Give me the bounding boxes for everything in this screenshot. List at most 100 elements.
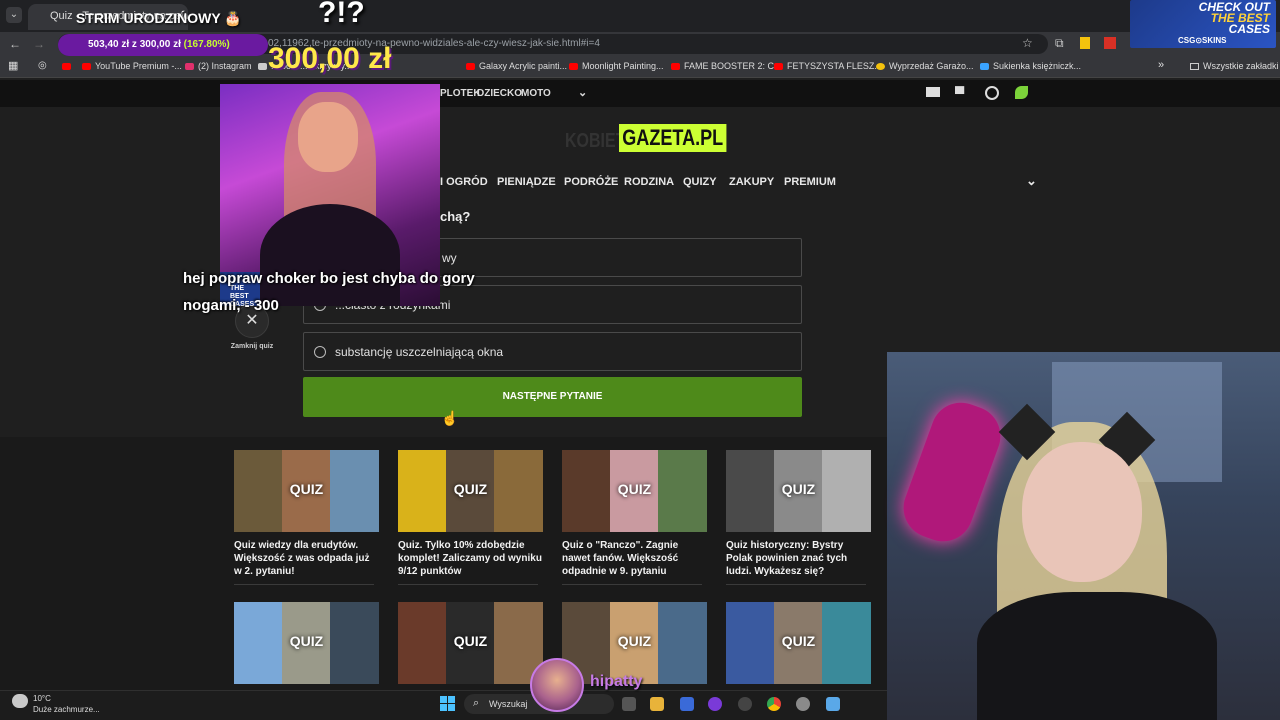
obs-icon[interactable] <box>738 697 752 711</box>
store-icon[interactable] <box>680 697 694 711</box>
quiz-card[interactable]: QUIZ Quiz wiedzy dla erudytów. Większość … <box>234 450 379 585</box>
quiz-card[interactable]: QUIZ Quiz historyczny: Bystry Polak powin… <box>726 450 871 585</box>
quiz-card-title[interactable]: Quiz historyczny: Bystry Polak powinien … <box>726 539 871 578</box>
bookmark-icon <box>774 63 783 70</box>
quiz-thumbnail[interactable]: QUIZ <box>398 450 543 532</box>
app-icon[interactable] <box>708 697 722 711</box>
question-marks: ?!? <box>318 0 365 29</box>
quiz-card[interactable]: QUIZ <box>562 602 707 684</box>
apps-grid-icon[interactable]: ▦ <box>8 59 18 72</box>
mail-icon[interactable] <box>926 87 940 97</box>
settings-icon[interactable] <box>796 697 810 711</box>
folder-icon <box>1190 63 1199 70</box>
nav-dziecko[interactable]: DZIECKO <box>477 88 522 99</box>
cat-podroze[interactable]: PODRÓŻE <box>564 176 618 188</box>
donation-amount: 300,00 zł <box>268 42 392 75</box>
quiz-badge: QUIZ <box>781 633 816 649</box>
chevron-down-icon[interactable]: ⌄ <box>1026 173 1037 189</box>
bookmark-label: Moonlight Painting... <box>582 61 664 71</box>
cat-quizy[interactable]: QUIZY <box>683 176 717 188</box>
bookmark-item[interactable]: YouTube Premium -... <box>82 61 182 71</box>
quiz-card[interactable]: QUIZ <box>726 602 871 684</box>
quiz-thumbnail[interactable]: QUIZ <box>726 602 871 684</box>
logo-gazeta: GAZETA.PL <box>619 124 727 152</box>
quiz-thumbnail[interactable]: QUIZ <box>726 450 871 532</box>
quiz-thumbnail[interactable]: QUIZ <box>398 602 543 684</box>
all-bookmarks-label: Wszystkie zakładki <box>1203 61 1279 71</box>
goal-percent: (167.80%) <box>183 39 230 50</box>
quiz-badge: QUIZ <box>617 481 652 497</box>
cat-ogrod[interactable]: I OGRÓD <box>440 176 488 188</box>
bookmark-item[interactable]: (2) Instagram <box>185 61 252 71</box>
quiz-card[interactable]: QUIZ <box>234 602 379 684</box>
nav-plotek[interactable]: PLOTEK <box>440 88 481 99</box>
search-icon: ⌕ <box>473 697 480 709</box>
extension-l-icon[interactable] <box>1080 37 1090 49</box>
all-bookmarks[interactable]: Wszystkie zakładki <box>1190 61 1279 71</box>
nav-moto[interactable]: MOTO <box>521 88 551 99</box>
bookmark-icon <box>82 63 91 70</box>
stream-title: STRIM URODZIŃOWY 🎂 <box>76 10 242 26</box>
close-quiz-label: Zamknij quiz <box>230 343 274 350</box>
windows-start-icon[interactable] <box>440 696 456 712</box>
leaf-icon[interactable] <box>1015 86 1028 99</box>
bookmark-item[interactable]: Galaxy Acrylic painti... <box>466 61 567 71</box>
quiz-card[interactable]: QUIZ Quiz. Tylko 10% zdobędzie komplet! Z… <box>398 450 543 585</box>
quiz-badge: QUIZ <box>453 633 488 649</box>
quiz-card-title[interactable]: Quiz wiedzy dla erudytów. Większość z wa… <box>234 539 379 578</box>
chevron-down-icon[interactable]: ⌄ <box>578 86 587 99</box>
task-view-icon[interactable] <box>622 697 636 711</box>
next-question-button[interactable]: NASTĘPNE PYTANIE <box>303 377 802 417</box>
star-icon[interactable]: ☆ <box>1022 36 1033 50</box>
bookmark-item[interactable]: FAME BOOSTER 2: C... <box>671 61 782 71</box>
extension-icon[interactable]: ⧉ <box>1055 36 1064 50</box>
radio-icon[interactable] <box>314 346 326 358</box>
goal-amount: 503,40 zł z 300,00 zł <box>88 39 181 50</box>
quiz-option-3[interactable]: substancję uszczelniającą okna <box>303 332 802 371</box>
quiz-card[interactable]: QUIZ <box>398 602 543 684</box>
more-bookmarks-icon[interactable]: » <box>1158 59 1164 71</box>
cat-pieniadze[interactable]: PIENIĄDZE <box>497 176 556 188</box>
quiz-card[interactable]: QUIZ Quiz o "Ranczo". Zagnie nawet fanów.… <box>562 450 707 585</box>
divider <box>398 584 538 585</box>
quiz-thumbnail[interactable]: QUIZ <box>234 602 379 684</box>
bookmark-item[interactable]: Moonlight Painting... <box>569 61 664 71</box>
extension-red-icon[interactable] <box>1104 37 1116 49</box>
divider <box>562 584 702 585</box>
weather-description[interactable]: Duże zachmurze... <box>33 705 100 714</box>
quiz-badge: QUIZ <box>781 481 816 497</box>
bookmarks-bar: ▦ ◎ YouTube Premium -... (2) Instagram .… <box>0 56 1280 78</box>
cat-zakupy[interactable]: ZAKUPY <box>729 176 774 188</box>
cat-premium[interactable]: PREMIUM <box>784 176 836 188</box>
quiz-thumbnail[interactable]: QUIZ <box>562 450 707 532</box>
file-explorer-icon[interactable] <box>650 697 664 711</box>
quiz-badge: QUIZ <box>453 481 488 497</box>
bookmark-label: Galaxy Acrylic painti... <box>479 61 568 71</box>
quiz-badge: QUIZ <box>617 633 652 649</box>
quiz-card-title[interactable]: Quiz o "Ranczo". Zagnie nawet fanów. Wię… <box>562 539 707 578</box>
forward-icon[interactable]: → <box>33 37 45 51</box>
bookmark-item[interactable]: FETYSZYSTA FLESZ... <box>774 61 882 71</box>
quiz-thumbnail[interactable]: QUIZ <box>562 602 707 684</box>
tab-list-button[interactable]: ⌄ <box>6 7 22 23</box>
bookmark-icon <box>980 63 989 70</box>
chrome-taskbar-icon[interactable] <box>767 697 781 711</box>
bookmark-item[interactable]: Wyprzedaż Garażo... <box>876 61 973 71</box>
bookmark-label: Wyprzedaż Garażo... <box>889 61 974 71</box>
bookmark-icon <box>671 63 680 70</box>
divider <box>234 584 374 585</box>
cat-rodzina[interactable]: RODZINA <box>624 176 674 188</box>
quiz-card-title[interactable]: Quiz. Tylko 10% zdobędzie komplet! Zalic… <box>398 539 543 578</box>
weather-temperature[interactable]: 10°C <box>33 694 51 703</box>
cloud-icon[interactable] <box>12 694 28 708</box>
ad-line-3: CASES <box>1228 22 1270 36</box>
chat-icon[interactable]: ▀ <box>955 86 964 101</box>
bookmark-item[interactable] <box>62 61 75 71</box>
back-icon[interactable]: ← <box>9 37 21 51</box>
bookmark-item[interactable]: Sukienka księżniczk... <box>980 61 1081 71</box>
chrome-icon[interactable]: ◎ <box>38 60 47 71</box>
quiz-thumbnail[interactable]: QUIZ <box>234 450 379 532</box>
notepad-icon[interactable] <box>826 697 840 711</box>
quiz-badge: QUIZ <box>289 481 324 497</box>
user-icon[interactable] <box>985 86 999 100</box>
